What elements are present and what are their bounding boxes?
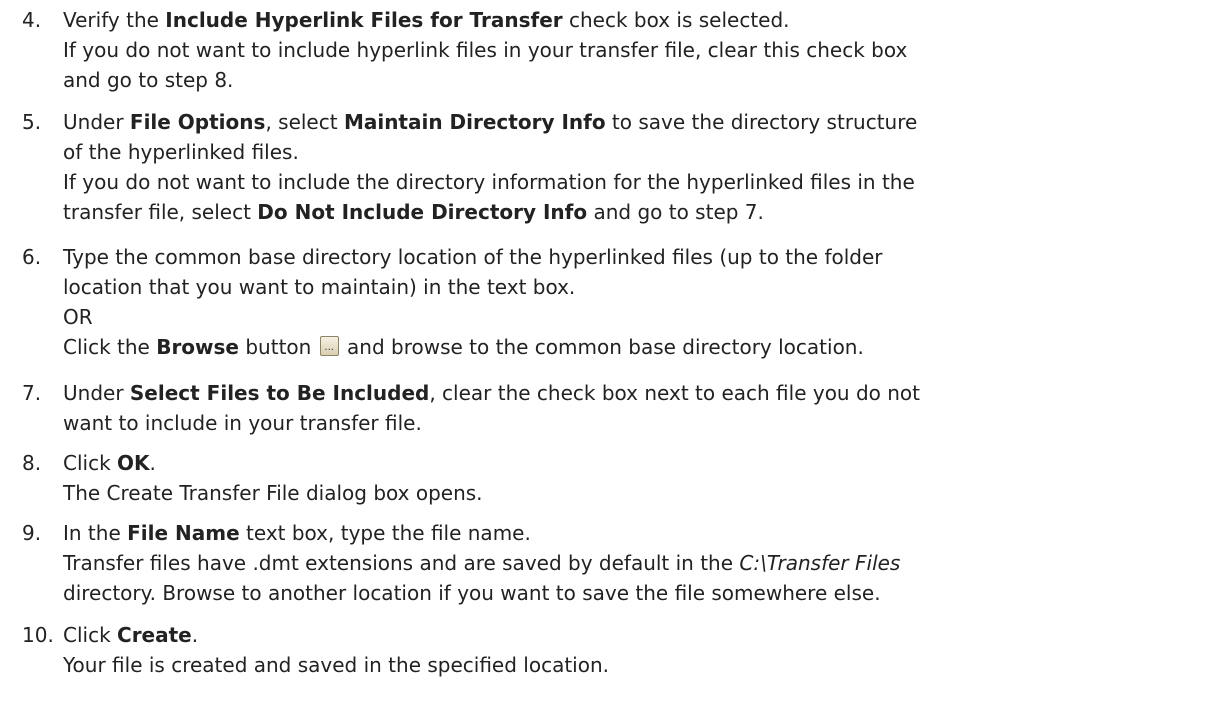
bold-term: OK [117, 451, 150, 475]
instruction-document: 4. Verify the Include Hyperlink Files fo… [0, 0, 1215, 709]
text-run: to save the directory structure [605, 110, 918, 134]
text-run: If you do not want to include hyperlink … [63, 38, 908, 62]
text-run: Under [63, 381, 130, 405]
step-body: Under Select Files to Be Included, clear… [63, 378, 1213, 438]
step-line: Under Select Files to Be Included, clear… [63, 378, 1213, 408]
italic-path: C:\Transfer Files [739, 551, 901, 575]
text-run: Click [63, 451, 118, 475]
step-number: 8. [22, 451, 42, 475]
text-run: and go to step 7. [587, 200, 764, 224]
bold-term: File Options [129, 110, 266, 134]
step-line: of the hyperlinked files. [63, 137, 1213, 167]
text-run: , select [265, 110, 344, 134]
text-run: Transfer files have .dmt extensions and … [63, 551, 740, 575]
text-run: Click [63, 623, 118, 647]
text-run: button [239, 335, 318, 359]
step-number: 4. [22, 8, 42, 32]
text-run: Under [63, 110, 130, 134]
text-run: directory. Browse to another location if… [63, 581, 881, 605]
step-line: and go to step 8. [63, 65, 1213, 95]
text-run: transfer file, select [63, 200, 258, 224]
text-run: Verify the [63, 8, 166, 32]
step-line: Verify the Include Hyperlink Files for T… [63, 5, 1213, 35]
step-number: 6. [22, 245, 42, 269]
step-line: Click OK. [63, 448, 1213, 478]
text-run: If you do not want to include the direct… [63, 170, 915, 194]
step-line: OR [63, 302, 1213, 332]
step-body: In the File Name text box, type the file… [63, 518, 1213, 608]
step-line: In the File Name text box, type the file… [63, 518, 1213, 548]
bold-term: Create [117, 623, 192, 647]
text-run: and browse to the common base directory … [340, 335, 864, 359]
step-body: Click OK. The Create Transfer File dialog… [63, 448, 1213, 508]
text-run: OR [63, 305, 93, 329]
text-run: In the [63, 521, 128, 545]
step-line: Under File Options, select Maintain Dire… [63, 107, 1213, 137]
text-run: location that you want to maintain) in t… [63, 275, 576, 299]
step-line: Click Create. [63, 620, 1213, 650]
step-line: location that you want to maintain) in t… [63, 272, 1213, 302]
text-run: want to include in your transfer file. [63, 411, 422, 435]
bold-term: Browse [156, 335, 239, 359]
text-run: The Create Transfer File dialog box open… [63, 481, 483, 505]
step-line: The Create Transfer File dialog box open… [63, 478, 1213, 508]
text-run: , clear the check box next to each file … [429, 381, 921, 405]
step-line: want to include in your transfer file. [63, 408, 1213, 438]
step-line: directory. Browse to another location if… [63, 578, 1213, 608]
step-body: Verify the Include Hyperlink Files for T… [63, 5, 1213, 95]
text-run: . [149, 451, 156, 475]
step-number: 9. [22, 521, 42, 545]
browse-button-icon: ... [319, 336, 339, 356]
step-body: Click Create. Your file is created and sa… [63, 620, 1213, 680]
text-run: Your file is created and saved in the sp… [63, 653, 610, 677]
text-run: check box is selected. [562, 8, 790, 32]
text-run: of the hyperlinked files. [63, 140, 299, 164]
text-run: and go to step 8. [63, 68, 234, 92]
step-body: Under File Options, select Maintain Dire… [63, 107, 1213, 227]
step-line: transfer file, select Do Not Include Dir… [63, 197, 1213, 227]
bold-term: Maintain Directory Info [343, 110, 606, 134]
step-body: Type the common base directory location … [63, 242, 1213, 362]
bold-term: Do Not Include Directory Info [257, 200, 588, 224]
bold-term: Select Files to Be Included [129, 381, 430, 405]
step-line: Transfer files have .dmt extensions and … [63, 548, 1213, 578]
step-line: If you do not want to include hyperlink … [63, 35, 1213, 65]
step-number: 7. [22, 381, 42, 405]
text-run: Click the [63, 335, 157, 359]
ellipsis-glyph: ... [324, 342, 334, 353]
step-line: If you do not want to include the direct… [63, 167, 1213, 197]
bold-term: Include Hyperlink Files for Transfer [165, 8, 563, 32]
bold-term: File Name [127, 521, 240, 545]
step-number: 10. [22, 623, 54, 647]
text-run: text box, type the file name. [239, 521, 531, 545]
step-line: Type the common base directory location … [63, 242, 1213, 272]
text-run: Type the common base directory location … [63, 245, 883, 269]
step-line: Your file is created and saved in the sp… [63, 650, 1213, 680]
text-run: . [191, 623, 199, 647]
step-line: Click the Browse button ... and browse t… [63, 332, 1213, 362]
step-number: 5. [22, 110, 42, 134]
